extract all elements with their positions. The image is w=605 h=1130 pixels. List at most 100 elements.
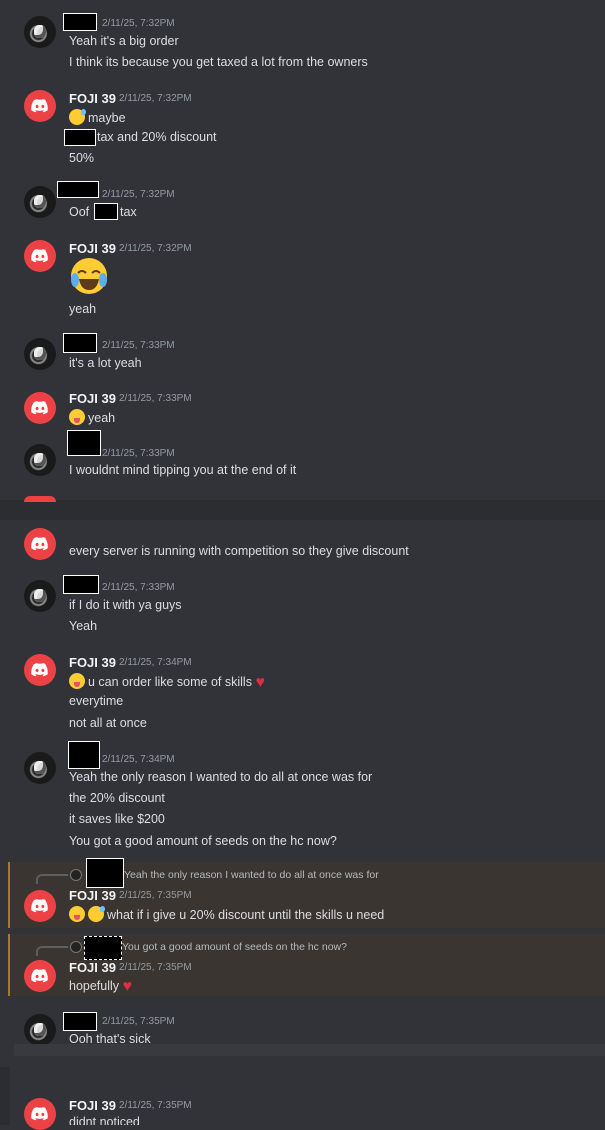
timestamp: 2/11/25, 7:32PM <box>102 18 175 29</box>
message-text: what if i give u 20% discount until the … <box>69 906 384 922</box>
redacted-text <box>94 203 118 220</box>
joy-emoji-icon <box>69 256 109 301</box>
discord-avatar[interactable] <box>24 240 56 272</box>
reply-preview[interactable]: Yeah the only reason I wanted to do all … <box>124 869 379 881</box>
timestamp: 2/11/25, 7:33PM <box>102 582 175 593</box>
user-avatar[interactable] <box>24 444 56 476</box>
redacted-username <box>63 1012 97 1031</box>
username[interactable]: FOJI 39 <box>69 888 116 903</box>
grinning-sweat-emoji-icon <box>69 109 86 125</box>
grinning-sweat-emoji-icon <box>88 906 105 922</box>
timestamp: 2/11/25, 7:34PM <box>102 754 175 765</box>
redacted-username <box>57 181 99 198</box>
discord-avatar[interactable] <box>24 90 56 122</box>
redacted-username <box>84 936 122 960</box>
user-avatar[interactable] <box>24 580 56 612</box>
message-text: didnt noticed <box>69 1115 140 1125</box>
timestamp: 2/11/25, 7:33PM <box>102 340 175 351</box>
message-text: it saves like $200 <box>69 812 165 826</box>
message-text: everytime <box>69 694 124 708</box>
timestamp: 2/11/25, 7:32PM <box>102 189 175 200</box>
message-text: I wouldnt mind tipping you at the end of… <box>69 463 297 477</box>
screenshot-edge <box>0 1067 10 1125</box>
tongue-emoji-icon <box>69 906 85 922</box>
heart-emoji-icon: ♥ <box>255 674 265 691</box>
user-avatar[interactable] <box>24 1014 56 1046</box>
redacted-text <box>64 129 96 146</box>
message-text: You got a good amount of seeds on the hc… <box>69 834 337 848</box>
message-text: Ooh that's sick <box>69 1032 151 1044</box>
reply-preview[interactable]: You got a good amount of seeds on the hc… <box>122 941 347 953</box>
user-avatar[interactable] <box>24 16 56 48</box>
message-text: it's a lot yeah <box>69 356 142 370</box>
reply-connector <box>36 874 68 884</box>
discord-avatar[interactable] <box>24 960 56 992</box>
reply-avatar <box>70 869 82 881</box>
message-text: Yeah <box>69 619 98 633</box>
timestamp: 2/11/25, 7:35PM <box>119 962 192 973</box>
redacted-username <box>86 858 124 888</box>
username[interactable]: FOJI 39 <box>69 91 116 106</box>
mention-bar <box>8 862 10 928</box>
message-text: the 20% discount <box>69 791 165 805</box>
message-text: 50% <box>69 151 95 165</box>
timestamp: 2/11/25, 7:34PM <box>119 657 192 668</box>
tongue-emoji-icon <box>69 673 85 689</box>
chat-message-list[interactable]: 2/11/25, 7:32PM Yeah it's a big order I … <box>0 0 605 1130</box>
heart-emoji-icon: ♥ <box>122 978 133 995</box>
discord-logo-icon <box>31 899 48 913</box>
redacted-username <box>63 13 97 31</box>
discord-avatar[interactable] <box>24 1098 56 1130</box>
username[interactable]: FOJI 39 <box>69 1098 116 1113</box>
message-text: I think its because you get taxed a lot … <box>69 55 368 69</box>
timestamp: 2/11/25, 7:32PM <box>119 243 192 254</box>
discord-logo-icon <box>31 401 48 415</box>
timestamp: 2/11/25, 7:35PM <box>119 1100 192 1111</box>
tongue-emoji-icon <box>69 409 85 425</box>
message-text: hopefully ♥ <box>69 978 133 995</box>
user-avatar[interactable] <box>24 338 56 370</box>
screenshot-seam <box>0 500 605 520</box>
spacer <box>0 1056 605 1082</box>
mention-bar <box>8 934 10 996</box>
username[interactable]: FOJI 39 <box>69 241 116 256</box>
discord-avatar[interactable] <box>24 890 56 922</box>
redacted-username <box>63 333 97 353</box>
discord-avatar[interactable] <box>24 528 56 560</box>
discord-avatar[interactable] <box>24 654 56 686</box>
message-text: yeah <box>69 409 115 425</box>
partial-avatar <box>24 496 56 502</box>
timestamp: 2/11/25, 7:32PM <box>119 93 192 104</box>
discord-logo-icon <box>31 249 48 263</box>
timestamp: 2/11/25, 7:35PM <box>119 890 192 901</box>
redacted-username <box>67 430 101 456</box>
message-text: not all at once <box>69 716 147 730</box>
message-text: tax and 20% discount <box>97 130 217 144</box>
redacted-username <box>68 741 100 769</box>
message-text: maybe <box>69 109 126 125</box>
user-avatar[interactable] <box>24 752 56 784</box>
reply-connector <box>36 946 68 956</box>
screenshot-seam <box>14 1044 605 1056</box>
username[interactable]: FOJI 39 <box>69 655 116 670</box>
message-text: if I do it with ya guys <box>69 598 182 612</box>
message-text: Oof <box>69 205 90 219</box>
username[interactable]: FOJI 39 <box>69 391 116 406</box>
discord-logo-icon <box>31 537 48 551</box>
discord-avatar[interactable] <box>24 392 56 424</box>
timestamp: 2/11/25, 7:33PM <box>119 393 192 404</box>
message-text: u can order like some of skills ♥ <box>69 673 265 692</box>
message-text: every server is running with competition… <box>69 544 409 558</box>
timestamp: 2/11/25, 7:33PM <box>102 448 175 459</box>
redacted-username <box>63 575 99 594</box>
timestamp: 2/11/25, 7:35PM <box>102 1016 175 1027</box>
discord-logo-icon <box>31 99 48 113</box>
discord-logo-icon <box>31 1107 48 1121</box>
reply-avatar <box>70 941 82 953</box>
user-avatar[interactable] <box>24 186 56 218</box>
discord-logo-icon <box>31 969 48 983</box>
discord-logo-icon <box>31 663 48 677</box>
message-text: yeah <box>69 302 97 316</box>
message-text: Yeah it's a big order <box>69 34 179 48</box>
username[interactable]: FOJI 39 <box>69 960 116 975</box>
